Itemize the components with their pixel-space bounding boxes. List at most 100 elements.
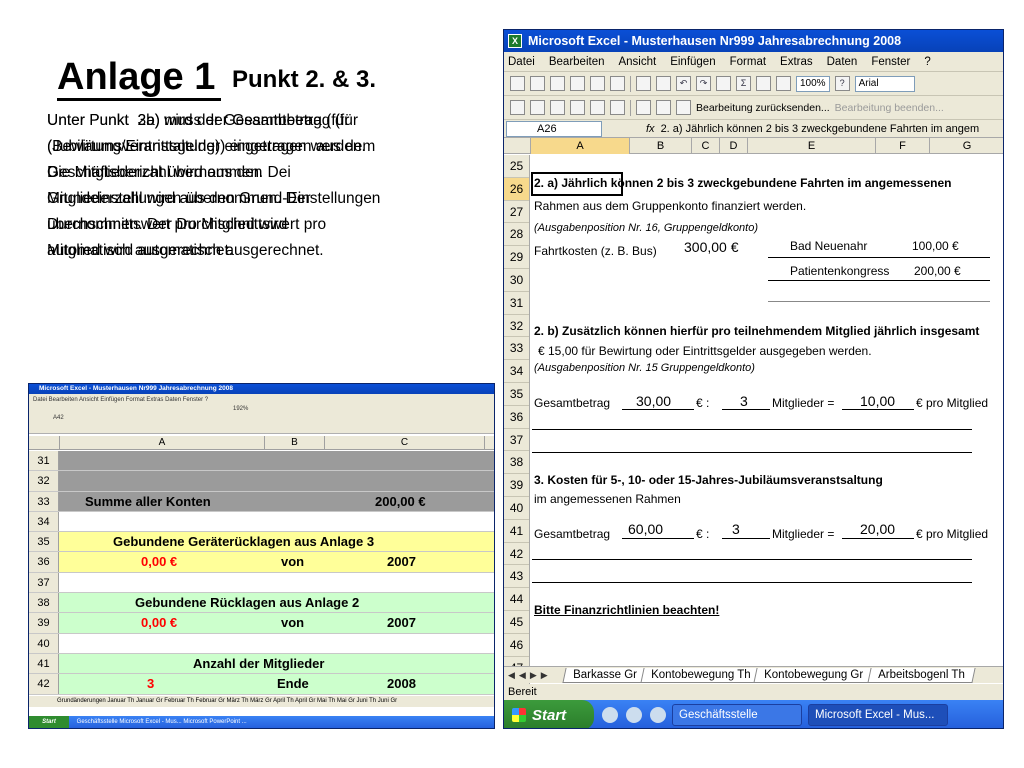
sheet-tab-arbeitsbogen-th[interactable]: Arbeitsbogenl Th <box>866 667 975 683</box>
zoom-select[interactable]: 100% <box>796 75 830 92</box>
row-header[interactable]: 37 <box>29 572 59 593</box>
column-header-c[interactable]: C <box>325 436 485 450</box>
name-box[interactable]: A26 <box>506 120 602 137</box>
corner-select-all[interactable] <box>29 436 60 450</box>
autosum-icon[interactable]: Σ <box>736 76 751 91</box>
permission-icon[interactable] <box>570 76 585 91</box>
row-header[interactable]: 36 <box>29 552 59 572</box>
reply-icon[interactable] <box>676 100 691 115</box>
menu-daten[interactable]: Daten <box>827 56 858 68</box>
row-header[interactable]: 46 <box>504 634 529 657</box>
menu-bearbeiten[interactable]: Bearbeiten <box>549 56 605 68</box>
menu-format[interactable]: Format <box>730 56 766 68</box>
task-excel[interactable]: Microsoft Excel - Mus... <box>808 704 948 726</box>
row-header[interactable]: 34 <box>29 511 59 532</box>
row-header[interactable]: 25 <box>504 155 529 178</box>
column-header-b[interactable]: B <box>265 436 325 450</box>
review-icon-8[interactable] <box>656 100 671 115</box>
row-header[interactable]: 28 <box>504 223 529 247</box>
font-select[interactable]: Arial <box>854 75 915 92</box>
reply-with-changes-button[interactable]: Bearbeitung zurücksenden... <box>696 102 830 114</box>
menu-einfuegen[interactable]: Einfügen <box>670 56 715 68</box>
menu-fenster[interactable]: Fenster <box>871 56 910 68</box>
row-header[interactable]: 30 <box>504 269 529 292</box>
row-header[interactable]: 39 <box>29 613 59 633</box>
sheet-tab-kontobewegung-gr[interactable]: Kontobewegung Gr <box>753 667 875 683</box>
row-header[interactable]: 37 <box>504 429 529 452</box>
task-geschaeftsstelle[interactable]: Geschäftsstelle <box>672 704 802 726</box>
row-header[interactable]: 38 <box>504 451 529 475</box>
undo-icon[interactable]: ↶ <box>676 76 691 91</box>
row-header[interactable]: 26 <box>504 177 529 201</box>
new-icon[interactable] <box>510 76 525 91</box>
column-header-e[interactable]: E <box>748 138 876 154</box>
row-header[interactable]: 42 <box>504 543 529 566</box>
review-icon-3[interactable] <box>550 100 565 115</box>
review-icon-7[interactable] <box>636 100 651 115</box>
small-excel-namebox[interactable]: A42 <box>33 414 490 423</box>
row-header[interactable]: 32 <box>29 471 59 491</box>
row-header[interactable]: 43 <box>504 565 529 589</box>
row-header[interactable]: 42 <box>29 674 59 694</box>
column-header-g[interactable]: G <box>930 138 1003 154</box>
row-header[interactable]: 41 <box>29 653 59 674</box>
sheet-tab-kontobewegung-th[interactable]: Kontobewegung Th <box>640 667 762 683</box>
review-icon-4[interactable] <box>570 100 585 115</box>
small-taskbar-items[interactable]: Geschäftsstelle Microsoft Excel - Mus...… <box>77 719 247 725</box>
formula-input[interactable]: 2. a) Jährlich können 2 bis 3 zweckgebun… <box>661 123 980 135</box>
small-excel-menu[interactable]: Datei Bearbeiten Ansicht Einfügen Format… <box>33 396 490 405</box>
review-icon-2[interactable] <box>530 100 545 115</box>
quicklaunch-icon[interactable] <box>602 707 618 723</box>
small-excel-zoom[interactable]: 192% <box>33 405 490 414</box>
review-icon-1[interactable] <box>510 100 525 115</box>
preview-icon[interactable] <box>610 76 625 91</box>
excel-titlebar[interactable]: X Microsoft Excel - Musterhausen Nr999 J… <box>504 30 1003 52</box>
row-header[interactable]: 32 <box>504 315 529 338</box>
menu-datei[interactable]: Datei <box>508 56 535 68</box>
start-button[interactable]: Start <box>504 700 594 728</box>
column-header-f[interactable]: F <box>876 138 930 154</box>
row-header[interactable]: 34 <box>504 360 529 383</box>
row-header[interactable]: 31 <box>504 292 529 315</box>
sheet-tab-barkasse-gr[interactable]: Barkasse Gr <box>562 667 648 683</box>
row-header[interactable]: 35 <box>29 532 59 552</box>
row-header[interactable]: 33 <box>504 337 529 361</box>
review-icon-6[interactable] <box>610 100 625 115</box>
end-review-button[interactable]: Bearbeitung beenden... <box>835 102 944 114</box>
menu-extras[interactable]: Extras <box>780 56 813 68</box>
menu-ansicht[interactable]: Ansicht <box>618 56 656 68</box>
small-excel-titlebar[interactable]: Microsoft Excel - Musterhausen Nr999 Jah… <box>29 384 494 394</box>
row-header[interactable]: 40 <box>29 633 59 653</box>
help-icon[interactable]: ? <box>834 76 850 91</box>
hyperlink-icon[interactable] <box>716 76 731 91</box>
column-header-d[interactable]: D <box>720 138 748 154</box>
row-header[interactable]: 40 <box>504 497 529 520</box>
row-header[interactable]: 39 <box>504 474 529 497</box>
row-header[interactable]: 27 <box>504 201 529 224</box>
cut-icon[interactable] <box>636 76 651 91</box>
column-header-c[interactable]: C <box>692 138 720 154</box>
row-header[interactable]: 33 <box>29 491 59 511</box>
row-header[interactable]: 44 <box>504 588 529 611</box>
column-header-a[interactable]: A <box>60 436 265 450</box>
row-header[interactable]: 35 <box>504 383 529 406</box>
column-header-b[interactable]: B <box>630 138 692 154</box>
open-icon[interactable] <box>530 76 545 91</box>
corner-select-all[interactable] <box>504 138 531 154</box>
print-icon[interactable] <box>590 76 605 91</box>
chart-icon[interactable] <box>776 76 791 91</box>
row-header[interactable]: 45 <box>504 611 529 634</box>
row-header[interactable]: 31 <box>29 451 59 471</box>
review-icon-5[interactable] <box>590 100 605 115</box>
small-sheet-tabs[interactable]: Grundänderungen Januar Th Januar Gr Febr… <box>29 696 494 707</box>
redo-icon[interactable]: ↷ <box>696 76 711 91</box>
save-icon[interactable] <box>550 76 565 91</box>
row-header[interactable]: 29 <box>504 246 529 269</box>
column-header-a[interactable]: A <box>531 138 630 154</box>
sheet-nav-arrows[interactable]: ◀◀▶▶ <box>504 670 564 681</box>
desktop-icon[interactable] <box>650 707 666 723</box>
ie-icon[interactable] <box>626 707 642 723</box>
row-header[interactable]: 41 <box>504 520 529 543</box>
menu-help[interactable]: ? <box>924 56 930 68</box>
small-start-button[interactable]: Start <box>29 716 69 728</box>
